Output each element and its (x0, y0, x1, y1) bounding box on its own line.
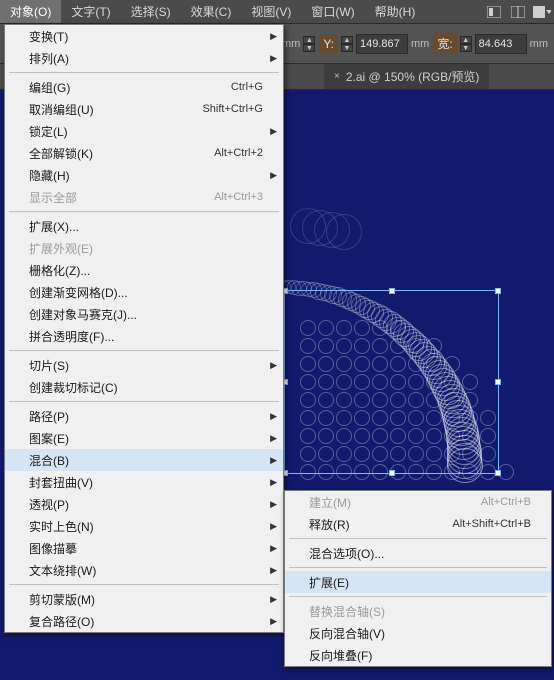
menu-type[interactable]: 文字(T) (61, 0, 120, 23)
menu-select[interactable]: 选择(S) (121, 0, 181, 23)
mi-blend-replace: 替换混合轴(S) (285, 600, 551, 622)
selection-handle[interactable] (495, 288, 501, 294)
mi-textwrap[interactable]: 文本绕排(W)▶ (5, 559, 283, 581)
mi-blend-expand[interactable]: 扩展(E) (285, 571, 551, 593)
mi-arrange[interactable]: 排列(A)▶ (5, 47, 283, 69)
mi-blend-release[interactable]: 释放(R)Alt+Shift+Ctrl+B (285, 513, 551, 535)
blend-circle (326, 214, 362, 250)
layout-dropdown-icon[interactable] (530, 0, 554, 23)
mi-hide[interactable]: 隐藏(H)▶ (5, 164, 283, 186)
menu-effect[interactable]: 效果(C) (181, 0, 242, 23)
layout-icon-2[interactable] (506, 0, 530, 23)
y-input[interactable] (356, 34, 408, 54)
spinner-icon[interactable]: ▲▼ (303, 36, 315, 52)
mi-imgtrace[interactable]: 图像描摹▶ (5, 537, 283, 559)
selection-handle[interactable] (389, 288, 395, 294)
separator (9, 401, 279, 402)
separator (289, 596, 547, 597)
menu-view[interactable]: 视图(V) (241, 0, 301, 23)
tab-title: 2.ai @ 150% (RGB/预览) (346, 68, 480, 85)
mi-clipmask[interactable]: 剪切蒙版(M)▶ (5, 588, 283, 610)
selection-handle[interactable] (389, 470, 395, 476)
mi-showall: 显示全部Alt+Ctrl+3 (5, 186, 283, 208)
blend-submenu: 建立(M)Alt+Ctrl+B 释放(R)Alt+Shift+Ctrl+B 混合… (284, 490, 552, 667)
selection-handle[interactable] (495, 379, 501, 385)
width-label: 宽: (433, 33, 456, 54)
selection-box[interactable] (284, 290, 499, 474)
mi-blend-reverse[interactable]: 反向混合轴(V) (285, 622, 551, 644)
separator (289, 567, 547, 568)
layout-icon-1[interactable] (482, 0, 506, 23)
spinner-icon[interactable]: ▲▼ (460, 36, 472, 52)
mi-blend-options[interactable]: 混合选项(O)... (285, 542, 551, 564)
mi-blend-reverseft[interactable]: 反向堆叠(F) (285, 644, 551, 666)
mi-transform[interactable]: 变换(T)▶ (5, 25, 283, 47)
mi-unlockall[interactable]: 全部解锁(K)Alt+Ctrl+2 (5, 142, 283, 164)
document-tab[interactable]: × 2.ai @ 150% (RGB/预览) (324, 64, 489, 89)
menu-help[interactable]: 帮助(H) (365, 0, 426, 23)
separator (9, 211, 279, 212)
mi-envelope[interactable]: 封套扭曲(V)▶ (5, 471, 283, 493)
mi-expand[interactable]: 扩展(X)... (5, 215, 283, 237)
separator (9, 350, 279, 351)
mi-pattern[interactable]: 图案(E)▶ (5, 427, 283, 449)
menu-object[interactable]: 对象(O) (0, 0, 61, 23)
separator (9, 584, 279, 585)
mi-compound[interactable]: 复合路径(O)▶ (5, 610, 283, 632)
mi-blend-make: 建立(M)Alt+Ctrl+B (285, 491, 551, 513)
mi-expandapp: 扩展外观(E) (5, 237, 283, 259)
mi-lock[interactable]: 锁定(L)▶ (5, 120, 283, 142)
spinner-icon[interactable]: ▲▼ (341, 36, 353, 52)
selection-handle[interactable] (495, 470, 501, 476)
mi-livepaint[interactable]: 实时上色(N)▶ (5, 515, 283, 537)
mi-path[interactable]: 路径(P)▶ (5, 405, 283, 427)
field-y: Y: ▲▼ mm (319, 34, 429, 54)
mi-blend[interactable]: 混合(B)▶ (5, 449, 283, 471)
object-menu: 变换(T)▶ 排列(A)▶ 编组(G)Ctrl+G 取消编组(U)Shift+C… (4, 24, 284, 633)
mi-slice[interactable]: 切片(S)▶ (5, 354, 283, 376)
mi-gradmesh[interactable]: 创建渐变网格(D)... (5, 281, 283, 303)
separator (9, 72, 279, 73)
width-input[interactable] (475, 34, 527, 54)
tab-close-icon[interactable]: × (334, 71, 340, 82)
mi-ungroup[interactable]: 取消编组(U)Shift+Ctrl+G (5, 98, 283, 120)
mi-trim[interactable]: 创建裁切标记(C) (5, 376, 283, 398)
mi-perspective[interactable]: 透视(P)▶ (5, 493, 283, 515)
y-label: Y: (319, 35, 338, 53)
mi-mosaic[interactable]: 创建对象马赛克(J)... (5, 303, 283, 325)
separator (289, 538, 547, 539)
mi-flatten[interactable]: 拼合透明度(F)... (5, 325, 283, 347)
mi-group[interactable]: 编组(G)Ctrl+G (5, 76, 283, 98)
menubar: 对象(O) 文字(T) 选择(S) 效果(C) 视图(V) 窗口(W) 帮助(H… (0, 0, 554, 24)
mi-rasterize[interactable]: 栅格化(Z)... (5, 259, 283, 281)
menu-window[interactable]: 窗口(W) (301, 0, 364, 23)
field-width: 宽: ▲▼ mm (433, 33, 548, 54)
